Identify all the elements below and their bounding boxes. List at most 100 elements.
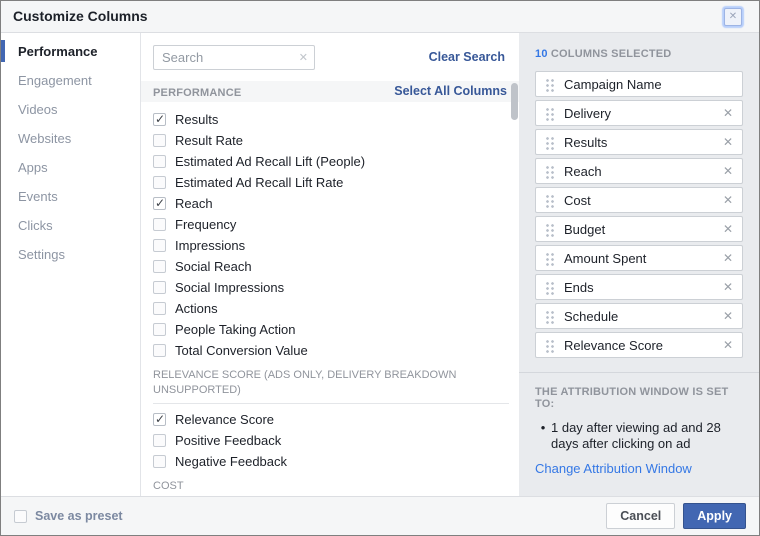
unchecked-checkbox-icon[interactable] [153,454,166,468]
column-option-label: Impressions [175,237,246,253]
column-option[interactable]: Result Rate [153,130,509,150]
column-option[interactable]: Estimated Ad Recall Lift (People) [153,151,509,171]
remove-column-icon[interactable]: ✕ [717,280,733,294]
attribution-heading: THE ATTRIBUTION WINDOW IS SET TO: [535,386,729,410]
category-sidebar: Performance Engagement Videos Websites Apps E… [1,33,141,496]
column-picker-pane: ✕ Clear Search PERFORMANCE Select All Co… [141,33,521,496]
remove-column-icon[interactable]: ✕ [717,135,733,149]
selected-column-chip[interactable]: Cost ✕ [535,187,743,213]
save-as-preset-checkbox[interactable] [14,509,27,523]
selected-column-chip[interactable]: Budget ✕ [535,216,743,242]
drag-handle-icon[interactable] [545,308,555,324]
sidebar-item-engagement[interactable]: Engagement [1,66,140,95]
column-option-label: Negative Feedback [175,453,288,469]
column-option[interactable]: Frequency [153,214,509,234]
sidebar-item-performance[interactable]: Performance [1,37,140,66]
select-all-columns-link[interactable]: Select All Columns [394,81,507,102]
sidebar-item-apps[interactable]: Apps [1,153,140,182]
drag-handle-icon[interactable] [545,337,555,353]
selected-column-chip[interactable]: Delivery ✕ [535,100,743,126]
checked-checkbox-icon[interactable] [153,196,166,210]
column-option[interactable]: Estimated Ad Recall Lift Rate [153,172,509,192]
remove-column-icon[interactable]: ✕ [717,222,733,236]
unchecked-checkbox-icon[interactable] [153,133,166,147]
column-option-label: Total Conversion Value [175,342,308,358]
column-option-label: Social Impressions [175,279,285,295]
column-option[interactable]: People Taking Action [153,319,509,339]
column-option[interactable]: Relevance Score [153,409,509,429]
drag-handle-icon[interactable] [545,105,555,121]
unchecked-checkbox-icon[interactable] [153,238,166,252]
column-option[interactable]: Results [153,109,509,129]
column-option[interactable]: Social Impressions [153,277,509,297]
column-option[interactable]: Negative Feedback [153,451,509,471]
selected-column-chip[interactable]: Amount Spent ✕ [535,245,743,271]
column-option-label: Results [175,111,219,127]
column-option-label: Social Reach [175,258,252,274]
save-as-preset[interactable]: Save as preset [14,509,123,523]
selected-column-chip[interactable]: Ends ✕ [535,274,743,300]
drag-handle-icon[interactable] [545,163,555,179]
unchecked-checkbox-icon[interactable] [153,217,166,231]
drag-handle-icon[interactable] [545,279,555,295]
column-option[interactable]: Social Reach [153,256,509,276]
selected-column-chip[interactable]: Schedule ✕ [535,303,743,329]
selected-column-label: Results [564,134,608,150]
selected-column-chip[interactable]: Results ✕ [535,129,743,155]
remove-column-icon[interactable]: ✕ [717,309,733,323]
unchecked-checkbox-icon[interactable] [153,301,166,315]
clear-search-icon[interactable]: ✕ [299,51,308,64]
column-option[interactable]: Impressions [153,235,509,255]
cancel-button[interactable]: Cancel [606,503,676,529]
unchecked-checkbox-icon[interactable] [153,259,166,273]
column-option-label: Actions [175,300,218,316]
column-option[interactable]: Positive Feedback [153,430,509,450]
unchecked-checkbox-icon[interactable] [153,322,166,336]
selected-column-label: Campaign Name [564,76,662,92]
close-icon[interactable]: ✕ [724,8,742,26]
clear-search-link[interactable]: Clear Search [429,50,505,64]
sidebar-item-settings[interactable]: Settings [1,240,140,269]
sidebar-item-clicks[interactable]: Clicks [1,211,140,240]
selected-column-chip[interactable]: Reach ✕ [535,158,743,184]
unchecked-checkbox-icon[interactable] [153,343,166,357]
drag-handle-icon[interactable] [545,192,555,208]
remove-column-icon[interactable]: ✕ [717,106,733,120]
drag-handle-icon[interactable] [545,76,555,92]
column-option[interactable]: Reach [153,193,509,213]
remove-column-icon[interactable]: ✕ [717,338,733,352]
drag-handle-icon[interactable] [545,221,555,237]
unchecked-checkbox-icon[interactable] [153,280,166,294]
selected-columns-panel: 10 COLUMNS SELECTED Campaign Name Deliver… [519,33,759,496]
column-option[interactable]: Total Conversion Value [153,340,509,360]
selected-column-chip[interactable]: Campaign Name [535,71,743,97]
unchecked-checkbox-icon[interactable] [153,433,166,447]
dialog-body: Performance Engagement Videos Websites Apps E… [1,33,759,496]
column-option-label: Positive Feedback [175,432,282,448]
sidebar-item-videos[interactable]: Videos [1,95,140,124]
search-input[interactable] [153,45,315,70]
search-row: ✕ Clear Search [141,33,521,81]
remove-column-icon[interactable]: ✕ [717,193,733,207]
sidebar-item-events[interactable]: Events [1,182,140,211]
list-subheader: COST [153,473,509,496]
search-box: ✕ [153,45,315,70]
checked-checkbox-icon[interactable] [153,112,166,126]
column-option[interactable]: Actions [153,298,509,318]
remove-column-icon[interactable]: ✕ [717,164,733,178]
drag-handle-icon[interactable] [545,250,555,266]
sidebar-item-websites[interactable]: Websites [1,124,140,153]
selected-count-label: COLUMNS SELECTED [550,48,672,60]
checked-checkbox-icon[interactable] [153,412,166,426]
column-option-label: Result Rate [175,132,243,148]
apply-button[interactable]: Apply [683,503,746,529]
unchecked-checkbox-icon[interactable] [153,175,166,189]
change-attribution-link[interactable]: Change Attribution Window [535,461,743,476]
unchecked-checkbox-icon[interactable] [153,154,166,168]
drag-handle-icon[interactable] [545,134,555,150]
attribution-section: THE ATTRIBUTION WINDOW IS SET TO: • 1 da… [535,373,743,476]
remove-column-icon[interactable]: ✕ [717,251,733,265]
scrollbar-thumb[interactable] [511,83,518,120]
selected-column-chip[interactable]: Relevance Score ✕ [535,332,743,358]
column-option-label: Relevance Score [175,411,274,427]
